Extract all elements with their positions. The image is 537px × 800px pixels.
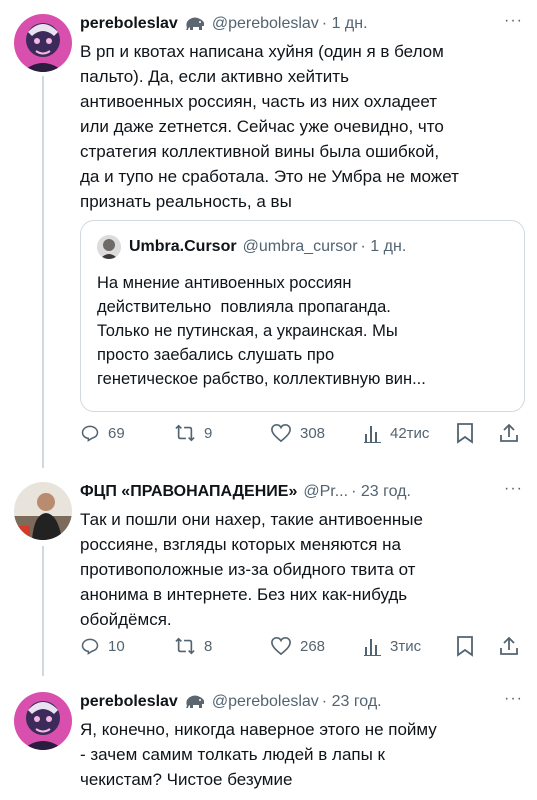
more-options-icon[interactable]: ··· bbox=[504, 480, 523, 498]
tweet-text: В рп и квотах написана хуйня (один я в б… bbox=[80, 42, 459, 211]
views-count: 42тис bbox=[390, 424, 430, 442]
retweet-icon bbox=[175, 424, 195, 442]
retweet-count: 9 bbox=[204, 424, 213, 442]
tweet-content: pereboleslav @pereboleslav · 1 дн. ··· В… bbox=[80, 12, 523, 214]
views-button[interactable]: 3тис bbox=[364, 636, 421, 656]
quoted-timestamp: · 1 дн. bbox=[360, 238, 407, 255]
share-icon bbox=[500, 636, 518, 655]
avatar[interactable] bbox=[14, 482, 72, 540]
tweet-text: Так и пошли они нахер, такие антивоенные… bbox=[80, 510, 423, 629]
elephant-icon bbox=[184, 16, 206, 32]
retweet-count: 8 bbox=[204, 637, 213, 655]
timestamp[interactable]: · 23 год. bbox=[351, 483, 411, 501]
like-count: 308 bbox=[300, 424, 326, 442]
elephant-icon bbox=[184, 694, 206, 710]
quoted-tweet-text: На мнение антивоенных россиян действител… bbox=[97, 274, 426, 388]
tweet-text: Я, конечно, никогда наверное этого не по… bbox=[80, 720, 437, 789]
tweet-header: ФЦП «ПРАВОНАПАДЕНИЕ» @Pr... · 23 год. ··… bbox=[80, 480, 523, 504]
tweet-header: pereboleslav @pereboleslav · 1 дн. ··· bbox=[80, 12, 523, 36]
reply-button[interactable]: 69 bbox=[80, 423, 125, 443]
more-options-icon[interactable]: ··· bbox=[504, 690, 523, 708]
retweet-button[interactable]: 9 bbox=[174, 423, 212, 443]
display-name[interactable]: ФЦП «ПРАВОНАПАДЕНИЕ» bbox=[80, 483, 297, 501]
tweet[interactable]: ФЦП «ПРАВОНАПАДЕНИЕ» @Pr... · 23 год. ··… bbox=[0, 468, 537, 668]
more-options-icon[interactable]: ··· bbox=[504, 12, 523, 30]
reply-icon bbox=[81, 425, 99, 442]
share-button[interactable] bbox=[498, 635, 528, 657]
tweet[interactable]: pereboleslav @pereboleslav · 1 дн. ··· В… bbox=[0, 0, 537, 468]
like-count: 268 bbox=[300, 637, 326, 655]
tweet-actions: 10 8 268 3тис bbox=[80, 633, 523, 659]
quoted-tweet-header: Umbra.Cursor @umbra_cursor · 1 дн. bbox=[97, 235, 406, 259]
user-handle[interactable]: @Pr... bbox=[303, 483, 348, 501]
bookmark-icon bbox=[457, 423, 473, 444]
retweet-button[interactable]: 8 bbox=[174, 636, 212, 656]
avatar[interactable] bbox=[14, 692, 72, 750]
views-count: 3тис bbox=[390, 637, 422, 655]
bookmark-button[interactable] bbox=[456, 635, 482, 657]
reply-button[interactable]: 10 bbox=[80, 636, 125, 656]
quoted-user-handle: @umbra_cursor bbox=[242, 238, 358, 255]
tweet[interactable]: pereboleslav @pereboleslav · 23 год. ···… bbox=[0, 678, 537, 800]
user-handle[interactable]: @pereboleslav bbox=[212, 693, 319, 711]
bookmark-icon bbox=[457, 636, 473, 657]
timestamp[interactable]: · 23 год. bbox=[322, 693, 382, 711]
user-handle[interactable]: @pereboleslav bbox=[212, 15, 319, 33]
retweet-icon bbox=[175, 637, 195, 655]
avatar[interactable] bbox=[14, 14, 72, 72]
quoted-tweet[interactable]: Umbra.Cursor @umbra_cursor · 1 дн. На мн… bbox=[80, 220, 525, 412]
reply-icon bbox=[81, 638, 99, 655]
like-icon bbox=[271, 636, 291, 656]
tweet-content: ФЦП «ПРАВОНАПАДЕНИЕ» @Pr... · 23 год. ··… bbox=[80, 480, 523, 632]
display-name[interactable]: pereboleslav bbox=[80, 693, 178, 711]
bookmark-button[interactable] bbox=[456, 422, 482, 444]
like-button[interactable]: 308 bbox=[270, 423, 325, 443]
reply-count: 69 bbox=[108, 424, 125, 442]
tweet-actions: 69 9 308 42тис bbox=[80, 420, 523, 446]
share-icon bbox=[500, 423, 518, 442]
avatar bbox=[97, 235, 121, 259]
views-button[interactable]: 42тис bbox=[364, 423, 429, 443]
reply-count: 10 bbox=[108, 637, 125, 655]
timestamp[interactable]: · 1 дн. bbox=[322, 15, 368, 33]
tweet-header: pereboleslav @pereboleslav · 23 год. ··· bbox=[80, 690, 523, 714]
views-icon bbox=[364, 639, 381, 656]
quoted-display-name: Umbra.Cursor bbox=[129, 238, 237, 255]
like-icon bbox=[271, 423, 291, 443]
like-button[interactable]: 268 bbox=[270, 636, 325, 656]
tweet-content: pereboleslav @pereboleslav · 23 год. ···… bbox=[80, 690, 523, 792]
display-name[interactable]: pereboleslav bbox=[80, 15, 178, 33]
views-icon bbox=[364, 426, 381, 443]
share-button[interactable] bbox=[498, 422, 528, 444]
